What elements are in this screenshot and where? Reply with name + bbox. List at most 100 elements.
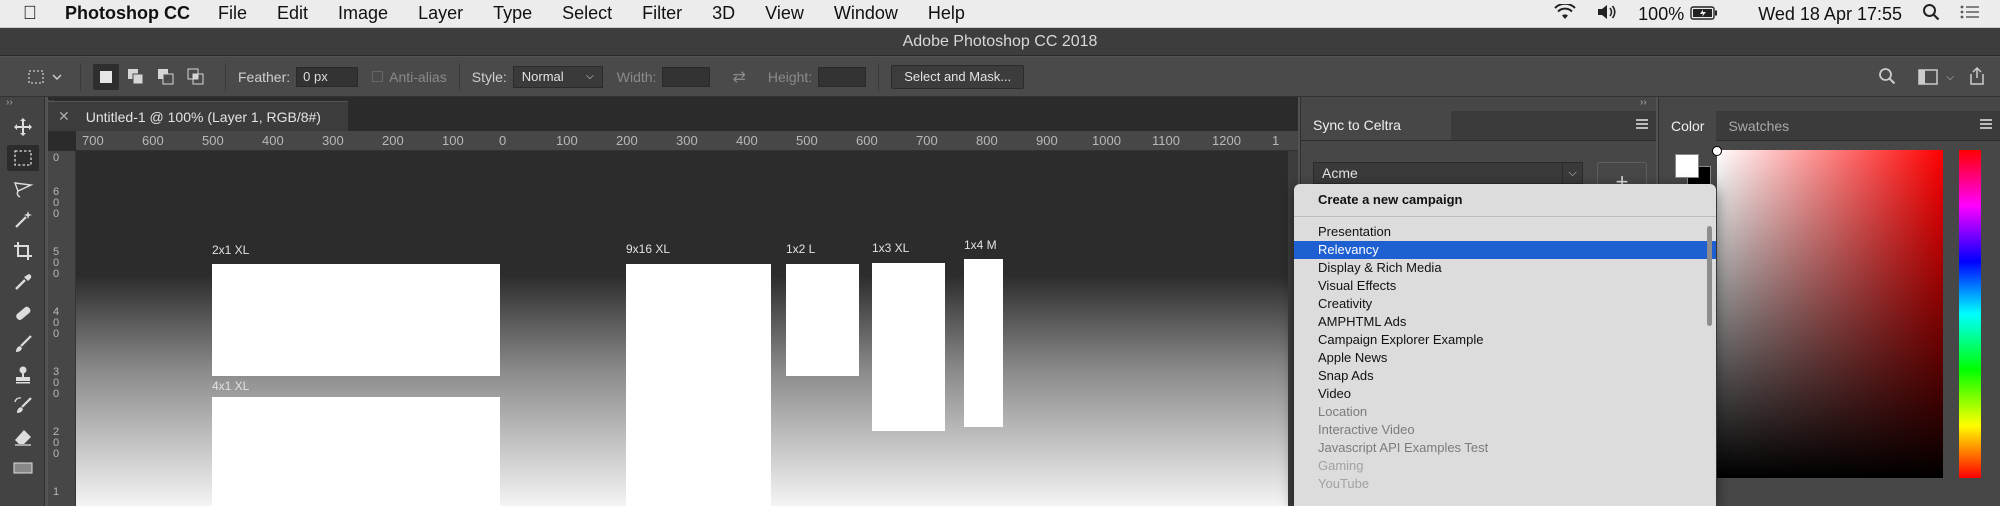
menu-filter[interactable]: Filter <box>642 3 682 24</box>
volume-icon[interactable] <box>1596 4 1618 25</box>
menu-type[interactable]: Type <box>493 3 532 24</box>
antialias-label: Anti-alias <box>389 68 447 85</box>
panel-menu-icon[interactable] <box>1636 119 1648 129</box>
magic-wand-tool[interactable] <box>0 204 45 235</box>
close-icon[interactable]: ✕ <box>58 108 70 125</box>
hue-slider[interactable] <box>1959 150 1981 478</box>
chevron-down-icon: ⌵ <box>1946 71 1954 83</box>
history-brush-tool[interactable] <box>0 390 45 421</box>
eraser-tool[interactable] <box>0 421 45 452</box>
search-icon[interactable] <box>1878 67 1896 88</box>
window-title: Adobe Photoshop CC 2018 <box>0 28 2000 56</box>
new-selection-button[interactable] <box>93 63 119 90</box>
document-tab[interactable]: ✕ Untitled-1 @ 100% (Layer 1, RGB/8#) <box>48 101 348 131</box>
create-campaign-item[interactable]: Create a new campaign <box>1294 184 1716 216</box>
account-select-value: Acme <box>1322 165 1358 181</box>
tab-swatches[interactable]: Swatches <box>1716 111 1801 141</box>
crop-tool[interactable] <box>0 235 45 266</box>
menu-window[interactable]: Window <box>834 3 898 24</box>
rectangular-marquee-tool[interactable] <box>0 142 45 173</box>
menu-layer[interactable]: Layer <box>418 3 463 24</box>
ruler-label: 1200 <box>1212 133 1241 148</box>
wifi-icon[interactable] <box>1554 2 1576 25</box>
menu-image[interactable]: Image <box>338 3 388 24</box>
artboard-2x1-xl[interactable] <box>212 264 500 376</box>
artboard-label-1x4-m: 1x4 M <box>964 238 997 252</box>
saturation-brightness-field[interactable] <box>1717 150 1943 478</box>
campaign-item[interactable]: Location <box>1294 403 1716 421</box>
battery-icon[interactable] <box>1690 4 1718 25</box>
artboard-label-2x1-xl: 2x1 XL <box>212 243 250 257</box>
notification-center-icon[interactable] <box>1960 4 1980 25</box>
style-select[interactable]: Normal ⌵ <box>512 65 603 88</box>
campaign-item[interactable]: Gaming <box>1294 457 1716 475</box>
height-input[interactable] <box>818 66 867 87</box>
share-icon[interactable] <box>1968 66 1986 89</box>
campaign-item[interactable]: Video <box>1294 385 1716 403</box>
color-picker-cursor[interactable] <box>1712 146 1722 156</box>
artboard-9x16-xl[interactable] <box>626 264 771 506</box>
campaign-item[interactable]: Display & Rich Media <box>1294 259 1716 277</box>
swap-dimensions-icon[interactable]: ⇄ <box>732 67 745 87</box>
brush-tool[interactable] <box>0 328 45 359</box>
lasso-tool[interactable] <box>0 173 45 204</box>
eyedropper-icon <box>14 273 31 290</box>
panel-menu-icon[interactable] <box>1980 119 1992 129</box>
add-to-selection-button[interactable] <box>123 64 149 90</box>
workspace-switcher[interactable]: ⌵ <box>1918 69 1954 85</box>
feather-input[interactable]: 0 px <box>296 66 359 87</box>
artboard-4x1-xl[interactable] <box>212 397 500 506</box>
account-select[interactable]: Acme ⌵ <box>1313 162 1583 184</box>
menu-view[interactable]: View <box>765 3 804 24</box>
horizontal-ruler[interactable]: 700 600 500 400 300 200 100 0 100 200 30… <box>76 131 1298 151</box>
tool-preset-picker[interactable] <box>24 63 68 91</box>
campaign-item[interactable]: YouTube <box>1294 475 1716 493</box>
artboard-1x2-l[interactable] <box>786 264 859 376</box>
chevron-down-icon: ⌵ <box>1562 163 1582 183</box>
campaign-item[interactable]: Campaign Explorer Example <box>1294 331 1716 349</box>
width-input[interactable] <box>662 66 711 87</box>
campaign-item[interactable]: Creativity <box>1294 295 1716 313</box>
select-and-mask-button[interactable]: Select and Mask... <box>891 64 1025 89</box>
menu-help[interactable]: Help <box>928 3 965 24</box>
vertical-ruler[interactable]: 0 6 0 0 5 0 0 4 0 0 3 0 0 2 0 0 1 <box>48 151 76 506</box>
foreground-color-swatch[interactable] <box>1675 154 1699 178</box>
ruler-label: 900 <box>1036 133 1058 148</box>
clone-stamp-tool[interactable] <box>0 359 45 390</box>
battery-percent: 100% <box>1638 3 1685 24</box>
tab-sync-to-celtra[interactable]: Sync to Celtra <box>1301 110 1451 140</box>
menu-edit[interactable]: Edit <box>277 3 308 24</box>
campaign-item[interactable]: Visual Effects <box>1294 277 1716 295</box>
gradient-tool[interactable] <box>0 452 45 483</box>
collapse-panel-icon[interactable]: ›› <box>1640 97 1647 108</box>
campaign-item[interactable]: Javascript API Examples Test <box>1294 439 1716 457</box>
menu-select[interactable]: Select <box>562 3 612 24</box>
apple-icon[interactable]:  <box>0 3 60 25</box>
tab-color[interactable]: Color <box>1659 110 1717 141</box>
campaign-item[interactable]: AMPHTML Ads <box>1294 313 1716 331</box>
expand-panel-icon[interactable]: ›› <box>0 97 44 111</box>
subtract-from-selection-button[interactable] <box>153 64 179 90</box>
ruler-label: 100 <box>556 133 578 148</box>
clock[interactable]: Wed 18 Apr 17:55 <box>1758 4 1902 25</box>
spotlight-search-icon[interactable] <box>1922 3 1940 26</box>
dropdown-scrollbar[interactable] <box>1707 226 1712 326</box>
tools-panel: ›› <box>0 97 45 506</box>
campaign-item[interactable]: Presentation <box>1294 223 1716 241</box>
app-menu[interactable]: Photoshop CC <box>65 3 190 24</box>
healing-brush-tool[interactable] <box>0 297 45 328</box>
artboard-1x3-xl[interactable] <box>872 263 945 431</box>
campaign-item[interactable]: Interactive Video <box>1294 421 1716 439</box>
campaign-item[interactable]: Apple News <box>1294 349 1716 367</box>
menu-3d[interactable]: 3D <box>712 3 735 24</box>
canvas[interactable]: 2x1 XL 4x1 XL 9x16 XL 1x2 L 1x3 XL 1x4 M <box>76 151 1298 506</box>
intersect-selection-button[interactable] <box>183 64 209 90</box>
antialias-checkbox[interactable] <box>372 71 384 82</box>
artboard-1x4-m[interactable] <box>964 259 1003 427</box>
campaign-item[interactable]: Snap Ads <box>1294 367 1716 385</box>
ruler-label: 600 <box>856 133 878 148</box>
campaign-item[interactable]: Relevancy <box>1294 241 1716 259</box>
move-tool[interactable] <box>0 111 45 142</box>
menu-file[interactable]: File <box>218 3 247 24</box>
eyedropper-tool[interactable] <box>0 266 45 297</box>
